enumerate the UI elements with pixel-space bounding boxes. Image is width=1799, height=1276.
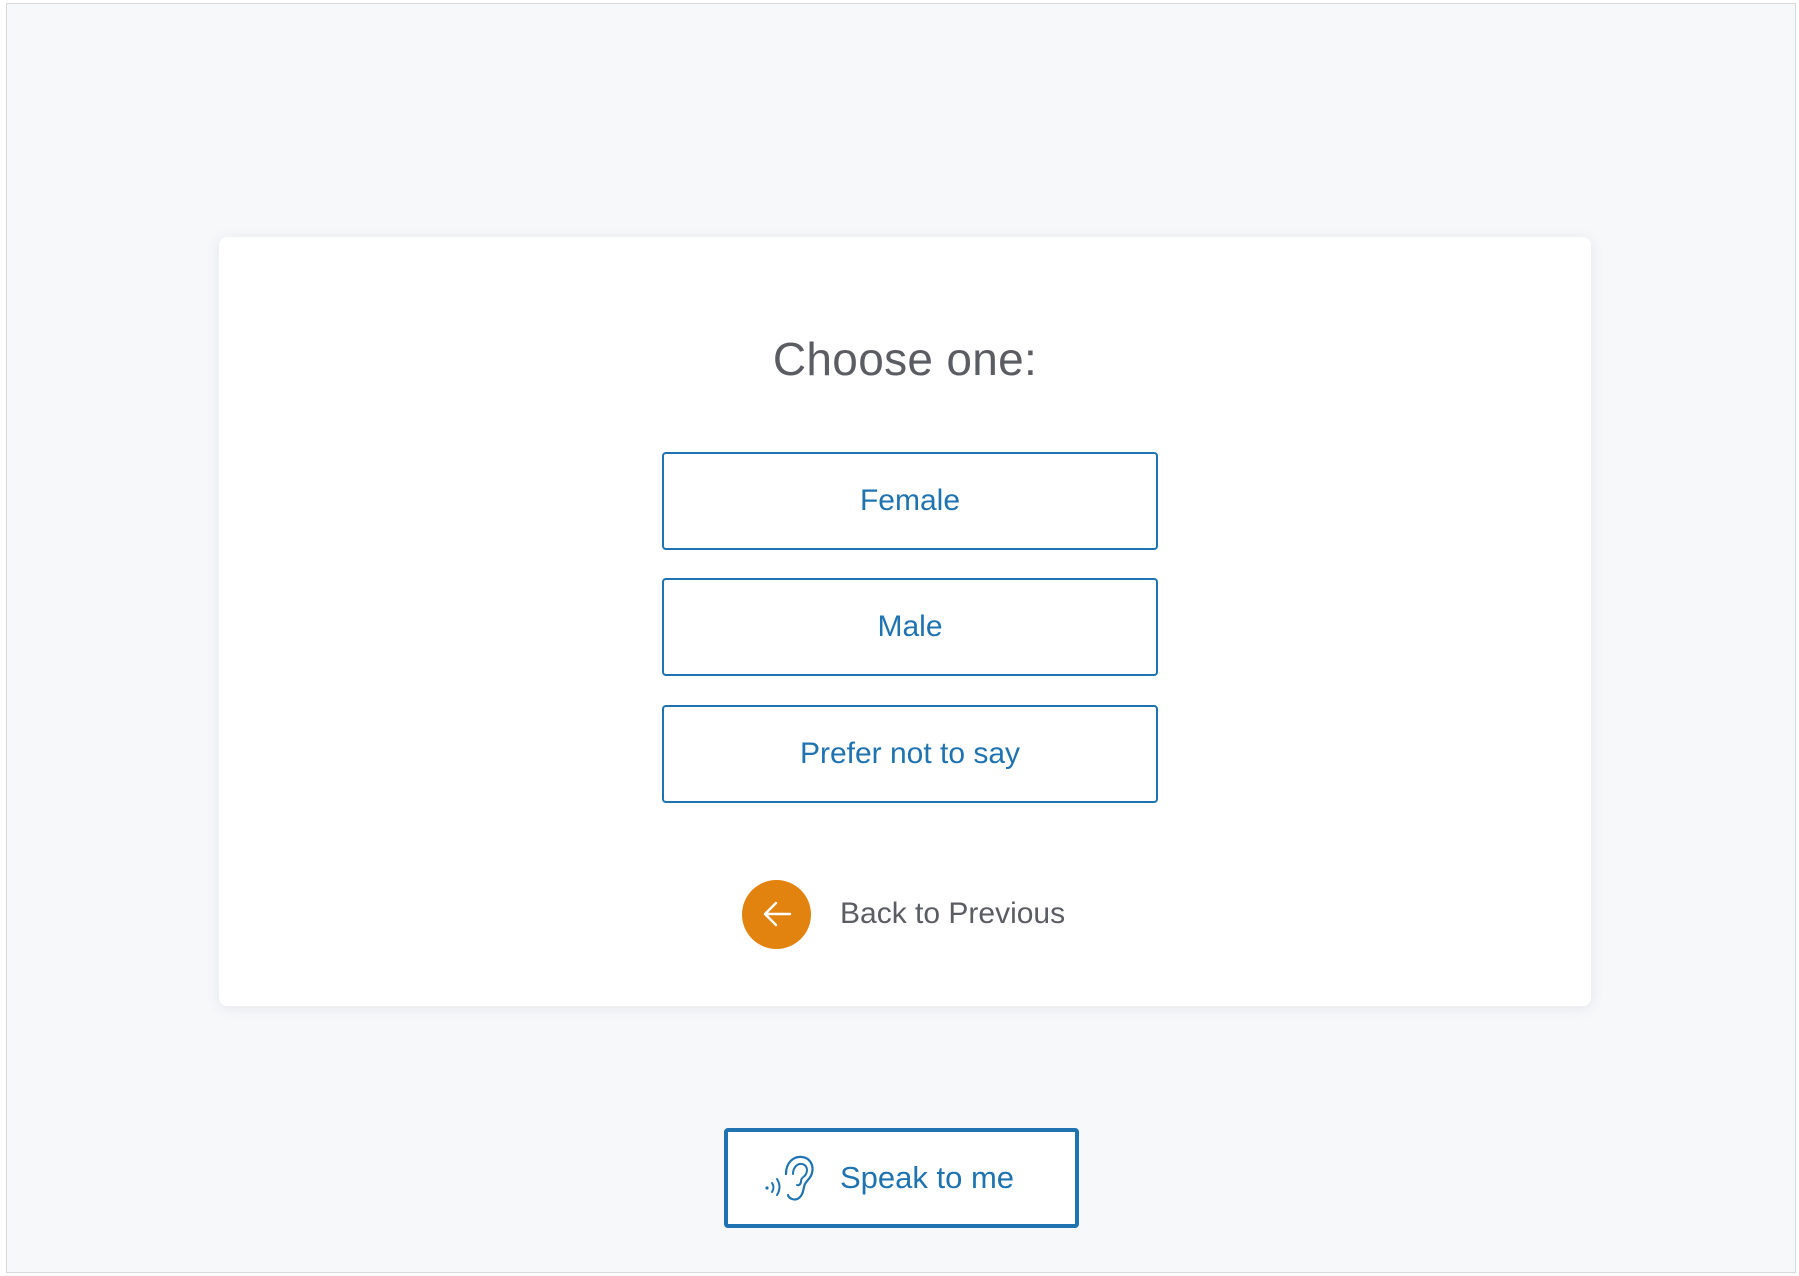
speak-to-me-button[interactable]: Speak to me [724,1128,1079,1228]
back-to-previous-button[interactable]: Back to Previous [742,879,1065,949]
arrow-left-icon [763,901,791,927]
back-button-circle[interactable] [742,879,811,949]
page-background: Choose one: Female Male Prefer not to sa… [6,3,1796,1273]
question-title: Choose one: [772,333,1038,385]
question-card: Choose one: Female Male Prefer not to sa… [219,237,1591,1006]
back-to-previous-label[interactable]: Back to Previous [840,897,1065,931]
option-female-button[interactable]: Female [662,452,1158,550]
speak-to-me-label[interactable]: Speak to me [840,1160,1014,1196]
ear-sound-icon [760,1150,816,1206]
option-prefer-not-to-say-button[interactable]: Prefer not to say [662,705,1158,803]
option-male-button[interactable]: Male [662,578,1158,676]
